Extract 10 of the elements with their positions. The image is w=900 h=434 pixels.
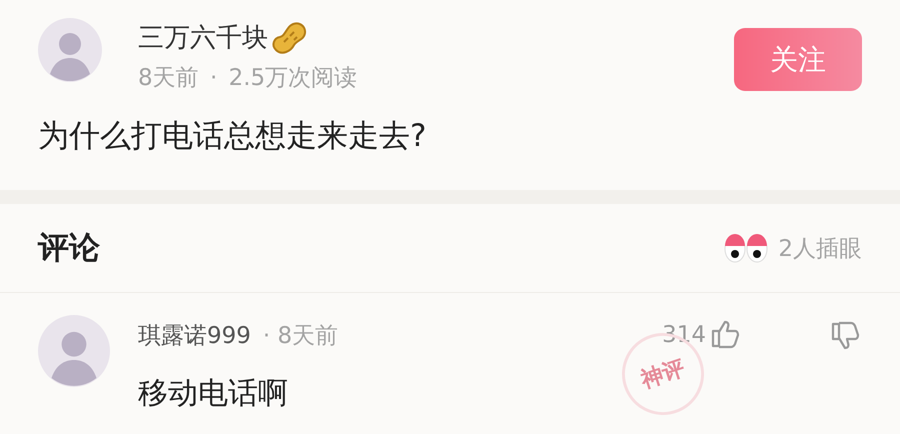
author-name[interactable]: 三万六千块	[138, 20, 268, 56]
avatar-icon[interactable]	[38, 18, 102, 82]
post-meta: 8天前 · 2.5万次阅读	[138, 64, 358, 93]
avatar-icon[interactable]	[38, 315, 110, 387]
post-title: 为什么打电话总想走来走去?	[38, 117, 428, 156]
comments-title: 评论	[38, 229, 101, 268]
eyes-icon	[724, 232, 768, 264]
comment-text: 移动电话啊	[138, 375, 288, 413]
commenter-name[interactable]: 琪露诺999	[138, 320, 251, 350]
comment-time: · 8天前	[262, 322, 340, 350]
